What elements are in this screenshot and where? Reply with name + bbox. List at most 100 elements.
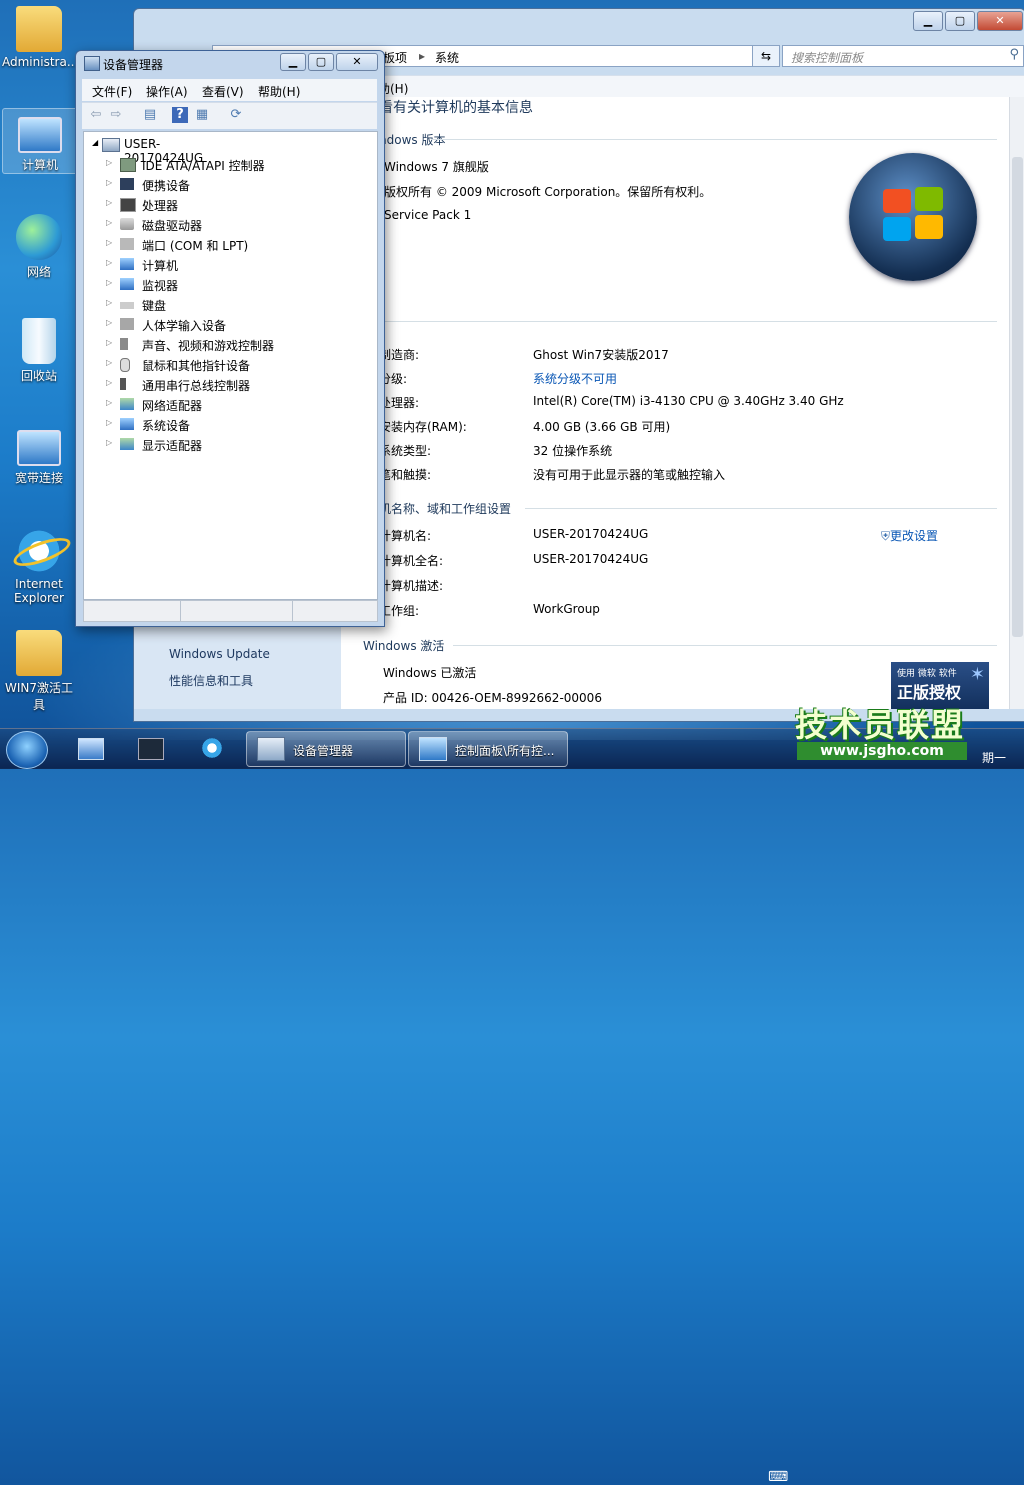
expand-icon[interactable]: ▷: [106, 298, 112, 307]
maximize-button[interactable]: ▢: [945, 11, 975, 31]
taskbar-task-manager[interactable]: [124, 733, 176, 765]
minimize-button[interactable]: ▁: [280, 53, 306, 71]
breadcrumb-item[interactable]: 系统: [435, 49, 459, 66]
expand-icon[interactable]: ▷: [106, 338, 112, 347]
taskbar-internet-explorer[interactable]: [186, 733, 238, 765]
desktop-icon-recycle-bin[interactable]: 回收站: [2, 318, 76, 384]
desktop-icon-activator[interactable]: WIN7激活工具: [2, 630, 76, 713]
expand-icon[interactable]: ▷: [106, 178, 112, 187]
maximize-button[interactable]: ▢: [308, 53, 334, 71]
expand-icon[interactable]: ▷: [106, 398, 112, 407]
tree-node-label: 磁盘驱动器: [142, 219, 203, 233]
desktop-icon-ie[interactable]: Internet Explorer: [2, 528, 76, 605]
close-button[interactable]: ✕: [336, 53, 378, 71]
expand-icon[interactable]: ▷: [106, 378, 112, 387]
back-arrow-icon[interactable]: ⇦: [88, 107, 104, 123]
expand-icon[interactable]: ▷: [106, 258, 112, 267]
expand-icon[interactable]: ▷: [106, 198, 112, 207]
desktop-icon-label: WIN7激活工具: [4, 681, 74, 712]
expand-icon[interactable]: ▷: [106, 278, 112, 287]
link-windows-update[interactable]: Windows Update: [169, 647, 270, 661]
expand-icon[interactable]: ▷: [106, 358, 112, 367]
start-button[interactable]: [6, 731, 48, 769]
properties-icon[interactable]: ▦: [194, 107, 210, 123]
row-label: 笔和触摸:: [379, 468, 432, 482]
breadcrumb-item[interactable]: 板项: [383, 49, 407, 66]
expand-icon[interactable]: ▷: [106, 318, 112, 327]
device-tree[interactable]: ◢ USER-20170424UG ▷ IDE ATA/ATAPI 控制器 ▷ 便携…: [83, 131, 378, 600]
status-separator: [180, 601, 181, 621]
device-manager-icon: [84, 56, 100, 71]
help-icon[interactable]: ?: [172, 107, 188, 123]
rating-link[interactable]: 系统分级不可用: [533, 370, 617, 387]
disk-drive-icon: [120, 218, 134, 230]
window-caption-buttons: ▁ ▢ ✕: [913, 11, 1023, 31]
tree-node-label: 计算机: [142, 259, 179, 273]
search-box[interactable]: 搜索控制面板 ⚲: [782, 45, 1024, 67]
taskbar-device-manager[interactable]: 设备管理器: [246, 731, 406, 767]
row-value: Ghost Win7安装版2017: [533, 348, 669, 362]
minimize-button[interactable]: ▁: [913, 11, 943, 31]
desktop-icon-label: 网络: [26, 265, 51, 279]
internet-explorer-icon: [16, 528, 62, 574]
section-divider: [453, 645, 997, 646]
desktop-icon-label: 回收站: [20, 369, 57, 383]
collapse-icon[interactable]: ◢: [92, 138, 98, 147]
search-icon[interactable]: ⚲: [1009, 47, 1019, 62]
section-divider: [525, 508, 997, 509]
keyboard-icon[interactable]: ⌨: [768, 1469, 788, 1485]
system-tray: ⌨: [768, 1469, 788, 1485]
change-settings-link[interactable]: ⛨更改设置: [881, 527, 938, 544]
vertical-scrollbar[interactable]: [1009, 97, 1024, 709]
desktop-icon-label: Administra...: [2, 55, 79, 69]
console-tree-icon[interactable]: ▤: [142, 107, 158, 123]
scrollbar-thumb[interactable]: [1012, 157, 1023, 637]
close-button[interactable]: ✕: [977, 11, 1023, 31]
toolbar: ⇦ ⇨ ▤ ? ▦ ⟳: [82, 102, 377, 129]
edition-text: Windows 7 旗舰版: [384, 160, 489, 174]
expand-icon[interactable]: ▷: [106, 158, 112, 167]
speaker-icon: [120, 338, 128, 350]
menu-view[interactable]: 查看(V): [202, 83, 244, 100]
copyright-text: 版权所有 © 2009 Microsoft Corporation。保留所有权利…: [384, 185, 712, 199]
refresh-button[interactable]: ⇆: [752, 45, 780, 67]
row-value: WorkGroup: [533, 602, 600, 616]
expand-icon[interactable]: ▷: [106, 418, 112, 427]
expand-icon[interactable]: ▷: [106, 218, 112, 227]
window-title: 设备管理器: [103, 58, 164, 72]
expand-icon[interactable]: ▷: [106, 238, 112, 247]
broadband-connection-icon: [17, 430, 61, 466]
menu-action[interactable]: 操作(A): [146, 83, 188, 100]
menu-help[interactable]: 帮助(H): [258, 83, 300, 100]
row-value: USER-20170424UG: [533, 527, 649, 541]
mouse-icon: [120, 358, 130, 372]
desktop-icon-administrator[interactable]: Administra...: [2, 6, 79, 69]
search-placeholder: 搜索控制面板: [791, 51, 864, 65]
recycle-bin-icon: [22, 318, 56, 364]
tree-node-label: 人体学输入设备: [142, 319, 227, 333]
desktop-icon-label: 宽带连接: [14, 471, 63, 485]
watermark-title: 技术员联盟: [795, 706, 966, 744]
system-device-icon: [120, 418, 134, 430]
menu-file[interactable]: 文件(F): [92, 83, 132, 100]
desktop-icon: [78, 738, 104, 760]
taskbar-control-panel[interactable]: 控制面板\所有控...: [408, 731, 568, 767]
menu-bar: 文件(F) 操作(A) 查看(V) 帮助(H): [82, 79, 377, 101]
tree-node-label: 网络适配器: [142, 399, 203, 413]
internet-explorer-icon: [200, 738, 224, 758]
page-title: 看有关计算机的基本信息: [379, 100, 533, 116]
desktop-icon-broadband[interactable]: 宽带连接: [2, 422, 76, 486]
tree-node-label: 键盘: [142, 299, 167, 313]
clock-date[interactable]: 期一: [982, 749, 1006, 766]
taskbar-show-desktop[interactable]: [64, 733, 116, 765]
shield-icon: ⛨: [881, 529, 891, 543]
forward-arrow-icon[interactable]: ⇨: [108, 107, 124, 123]
desktop-icon-network[interactable]: 网络: [2, 214, 76, 280]
device-manager-window[interactable]: 设备管理器 ▁ ▢ ✕ 文件(F) 操作(A) 查看(V) 帮助(H) ⇦ ⇨ …: [75, 50, 385, 627]
link-performance-info[interactable]: 性能信息和工具: [169, 672, 253, 689]
tree-node-label: 鼠标和其他指针设备: [142, 359, 251, 373]
desktop-icon-computer[interactable]: 计算机: [2, 108, 78, 174]
expand-icon[interactable]: ▷: [106, 438, 112, 447]
scan-hardware-icon[interactable]: ⟳: [228, 107, 244, 123]
breadcrumb-chevron-icon: ▸: [419, 49, 426, 63]
